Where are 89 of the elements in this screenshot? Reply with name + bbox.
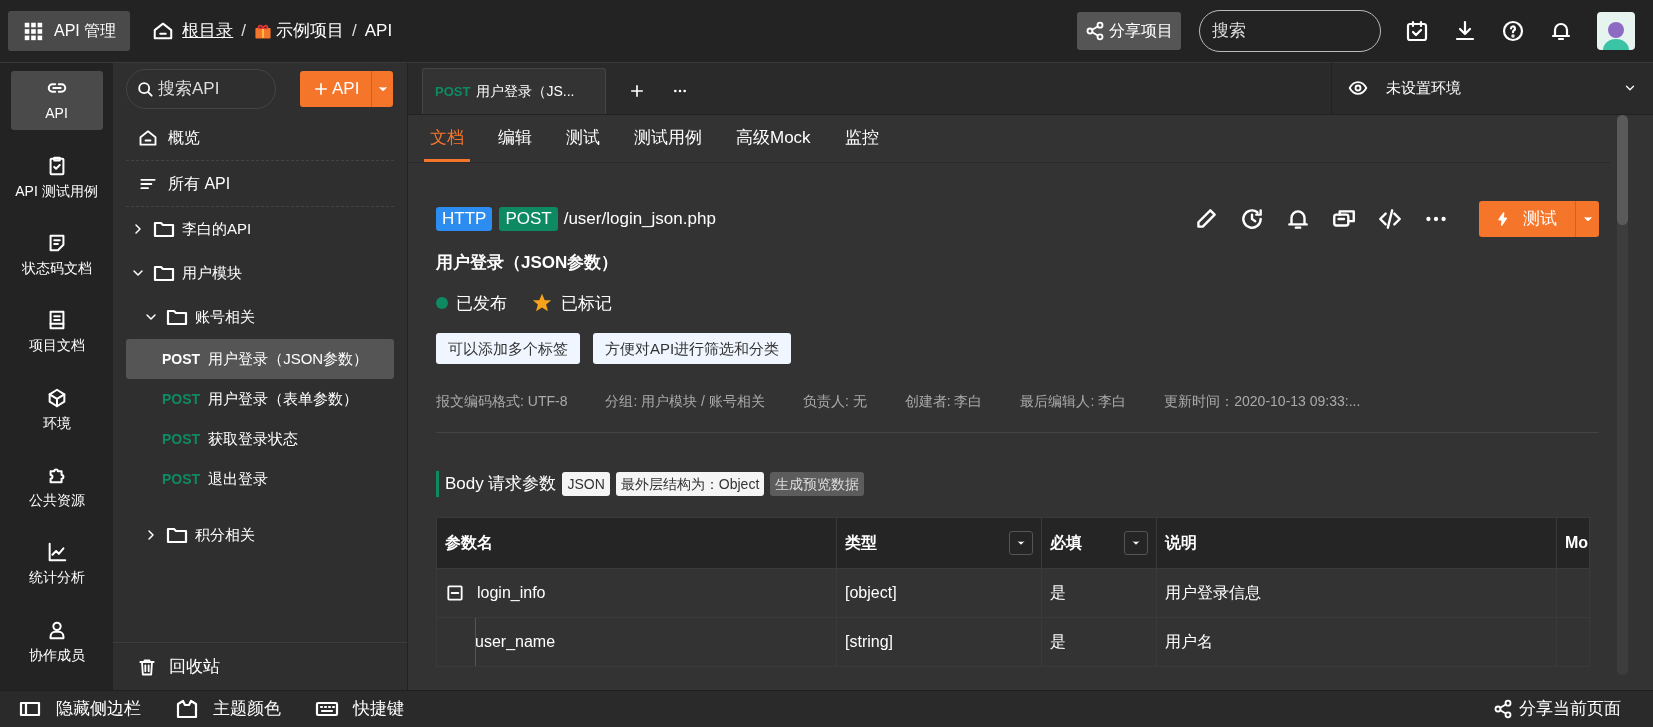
share-page-button[interactable]: 分享当前页面 [1493,696,1621,722]
folder-item[interactable]: 积分相关 [126,513,394,557]
folder-item[interactable]: 账号相关 [126,295,394,339]
home-icon [152,20,175,42]
meta-info: 报文编码格式: UTF-8 [436,392,568,411]
breadcrumb-link[interactable]: 示例项目 [253,18,344,44]
column-header: 说明 [1165,532,1198,553]
api-item[interactable]: POST 用户登录（JSON参数） [126,339,394,379]
sidebar-nav-item[interactable]: API 测试用例 [10,148,103,208]
meta-info: 创建者: 李白 [904,392,983,411]
breadcrumb-separator: / [351,20,357,43]
plus-icon [312,80,330,98]
sidebar-nav-item[interactable]: 项目文档 [10,303,103,363]
table-cell-text: [object] [845,582,897,603]
trash-icon [137,656,157,677]
meta-info: 负责人: 无 [802,392,867,411]
column-header: 必填 [1050,532,1083,553]
open-tab[interactable]: POST 用户登录（JS... [422,68,606,114]
table-cell-text: 是 [1050,582,1066,603]
doc-tab[interactable]: 测试用例 [628,116,708,162]
breadcrumb-link[interactable]: 根目录 [152,18,234,44]
download-icon[interactable] [1453,19,1477,43]
doc-tab[interactable]: 文档 [424,116,470,162]
app-menu-button[interactable]: API 管理 [8,11,131,51]
folder-item[interactable]: 用户模块 [126,251,394,295]
table-cell-text: 是 [1050,631,1066,652]
gift-icon [253,22,272,40]
column-header: 参数名 [445,532,494,553]
breadcrumb-separator: / [241,20,246,43]
table-cell-text: 用户名 [1165,631,1213,652]
plus-icon[interactable] [628,82,646,100]
api-title: 用户登录（JSON参数） [436,252,620,274]
api-item[interactable]: POST 获取登录状态 [126,419,394,459]
api-item[interactable]: POST 用户登录（表单参数） [126,379,394,419]
help-icon[interactable] [1501,19,1525,43]
api-item[interactable]: POST 退出登录 [126,459,394,499]
column-header: Mo [1565,532,1589,553]
meta-info: 分组: 用户模块 / 账号相关 [605,392,765,411]
column-header: 类型 [845,532,878,553]
shirt-icon [175,697,199,721]
sidebar-nav-item[interactable]: 状态码文档 [10,225,103,286]
badge: JSON [562,471,610,496]
doc-tab[interactable]: 监控 [838,116,885,162]
api-search-field[interactable]: 搜索API [126,69,276,109]
doc-tab[interactable]: 编辑 [492,116,538,162]
search-field[interactable]: 搜索 [1199,10,1381,52]
sidebar-nav-item[interactable]: API [10,71,103,131]
calendar-check-icon[interactable] [1405,19,1429,43]
footer-button[interactable]: 快捷键 [315,696,404,722]
footer-button[interactable]: 主题颜色 [175,696,281,722]
doc-tab[interactable]: 测试 [560,116,606,162]
history-icon[interactable] [1239,206,1265,232]
table-cell-text: 用户登录信息 [1165,582,1261,603]
breadcrumb-link[interactable]: API [364,18,393,44]
badge: 最外层结构为：Object [615,471,765,496]
scrollbar[interactable] [1617,115,1628,675]
status-label: 已发布 [456,292,507,315]
api-path: /user/login_json.php [563,208,716,231]
section-title: Body 请求参数 [436,471,557,497]
collapse-icon[interactable] [445,582,465,603]
doc-tab[interactable]: 高级Mock [730,116,817,162]
footer-button[interactable]: 隐藏侧边栏 [18,696,141,722]
tag[interactable]: 可以添加多个标签 [436,333,580,364]
protocol-badge: HTTP [436,207,493,231]
sidebar-nav-item[interactable]: 公共资源 [10,457,103,518]
meta-info: 最后编辑人: 李白 [1020,392,1127,411]
sidebar-nav-item[interactable]: 环境 [10,380,103,440]
meta-info: 更新时间：2020-10-13 09:33:... [1164,392,1361,411]
preview-data-button[interactable]: 生成预览数据 [770,471,865,496]
tag[interactable]: 方便对API进行筛选和分类 [593,333,792,364]
folder-item[interactable]: 李白的API [126,207,394,251]
sidebar-nav-item[interactable]: 统计分析 [10,535,103,595]
sidebar-nav-item[interactable]: 协作成员 [10,612,103,672]
code-icon[interactable] [1377,206,1403,232]
table-cell-text: user_name [475,631,556,652]
share-icon [1085,21,1105,41]
environment-select[interactable]: 未设置环境 [1331,62,1653,114]
search-icon [135,79,155,99]
starred-label: 已标记 [561,292,612,315]
avatar[interactable] [1597,12,1635,50]
table-cell-text: login_info [477,582,546,603]
table-cell-text: [string] [845,631,893,652]
grid-icon [22,20,44,42]
method-badge: POST [499,207,558,231]
share-project-button[interactable]: 分享项目 [1077,12,1181,50]
tree-item[interactable]: 所有 API [126,161,394,207]
tree-item[interactable]: 概览 [126,115,394,161]
share-icon [1493,699,1513,719]
eye-icon [1348,78,1368,98]
